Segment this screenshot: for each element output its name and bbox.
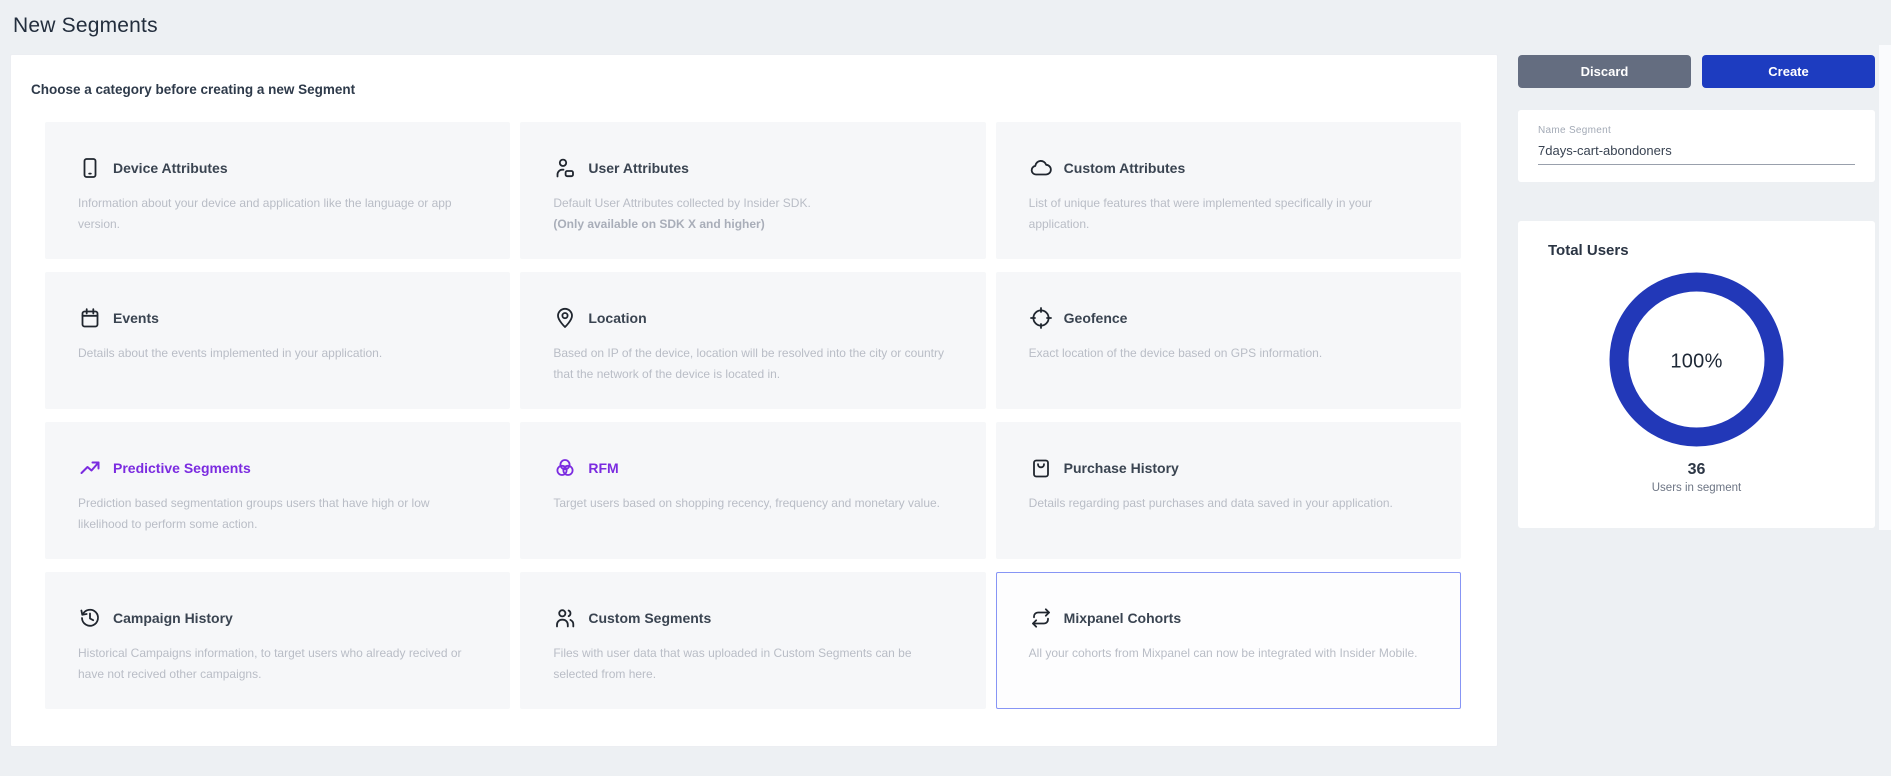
- category-title: Custom Segments: [588, 610, 711, 626]
- category-title: Purchase History: [1064, 460, 1179, 476]
- segment-sidebar: Discard Create Name Segment Total Users …: [1518, 55, 1875, 528]
- category-card-rfm[interactable]: RFM Target users based on shopping recen…: [520, 422, 985, 559]
- category-card-geofence[interactable]: Geofence Exact location of the device ba…: [996, 272, 1461, 409]
- category-card-mixpanel-cohorts[interactable]: Mixpanel Cohorts All your cohorts from M…: [996, 572, 1461, 709]
- category-description: Details about the events implemented in …: [78, 343, 477, 364]
- category-description-note: (Only available on SDK X and higher): [553, 214, 952, 235]
- shopping-bag-icon: [1029, 456, 1053, 480]
- cloud-icon: [1029, 156, 1053, 180]
- trending-up-icon: [78, 456, 102, 480]
- panel-heading: Choose a category before creating a new …: [31, 82, 1497, 97]
- category-description: Details regarding past purchases and dat…: [1029, 493, 1428, 514]
- donut-percent-label: 100%: [1609, 351, 1784, 374]
- category-card-device-attributes[interactable]: Device Attributes Information about your…: [45, 122, 510, 259]
- category-description: Prediction based segmentation groups use…: [78, 493, 477, 535]
- category-description: Based on IP of the device, location will…: [553, 343, 952, 385]
- category-card-user-attributes[interactable]: User Attributes Default User Attributes …: [520, 122, 985, 259]
- category-card-custom-attributes[interactable]: Custom Attributes List of unique feature…: [996, 122, 1461, 259]
- map-pin-icon: [553, 306, 577, 330]
- category-title: Location: [588, 310, 646, 326]
- category-title: Events: [113, 310, 159, 326]
- users-count-caption: Users in segment: [1518, 482, 1875, 494]
- user-id-icon: [553, 156, 577, 180]
- category-card-events[interactable]: Events Details about the events implemen…: [45, 272, 510, 409]
- category-description: Default User Attributes collected by Ins…: [553, 193, 952, 214]
- category-card-location[interactable]: Location Based on IP of the device, loca…: [520, 272, 985, 409]
- category-title: Predictive Segments: [113, 460, 251, 476]
- category-title: RFM: [588, 460, 618, 476]
- category-title: Mixpanel Cohorts: [1064, 610, 1181, 626]
- category-card-predictive-segments[interactable]: Predictive Segments Prediction based seg…: [45, 422, 510, 559]
- category-description: Information about your device and applic…: [78, 193, 477, 235]
- category-title: Device Attributes: [113, 160, 228, 176]
- category-card-purchase-history[interactable]: Purchase History Details regarding past …: [996, 422, 1461, 559]
- total-users-card: Total Users 100% 36 Users in segment: [1518, 221, 1875, 528]
- smartphone-icon: [78, 156, 102, 180]
- total-users-donut: 100%: [1609, 272, 1784, 452]
- total-users-title: Total Users: [1548, 242, 1875, 259]
- scrollbar[interactable]: [1879, 45, 1891, 530]
- users-icon: [553, 606, 577, 630]
- name-segment-label: Name Segment: [1538, 125, 1855, 136]
- crosshair-icon: [1029, 306, 1053, 330]
- create-button[interactable]: Create: [1702, 55, 1875, 88]
- category-card-campaign-history[interactable]: Campaign History Historical Campaigns in…: [45, 572, 510, 709]
- page-title: New Segments: [13, 14, 158, 38]
- discard-button[interactable]: Discard: [1518, 55, 1691, 88]
- category-description: Target users based on shopping recency, …: [553, 493, 952, 514]
- category-description: Files with user data that was uploaded i…: [553, 643, 952, 685]
- category-grid: Device Attributes Information about your…: [45, 122, 1461, 709]
- category-description: List of unique features that were implem…: [1029, 193, 1428, 235]
- category-description: All your cohorts from Mixpanel can now b…: [1029, 643, 1428, 664]
- name-segment-card: Name Segment: [1518, 110, 1875, 182]
- category-card-custom-segments[interactable]: Custom Segments Files with user data tha…: [520, 572, 985, 709]
- name-segment-input[interactable]: [1538, 141, 1855, 165]
- category-title: User Attributes: [588, 160, 689, 176]
- category-title: Campaign History: [113, 610, 233, 626]
- repeat-icon: [1029, 606, 1053, 630]
- category-panel: Choose a category before creating a new …: [10, 54, 1498, 747]
- venn-diagram-icon: [553, 456, 577, 480]
- history-clock-icon: [78, 606, 102, 630]
- calendar-icon: [78, 306, 102, 330]
- category-title: Custom Attributes: [1064, 160, 1186, 176]
- category-description: Exact location of the device based on GP…: [1029, 343, 1428, 364]
- category-title: Geofence: [1064, 310, 1128, 326]
- users-count: 36: [1518, 461, 1875, 479]
- category-description: Historical Campaigns information, to tar…: [78, 643, 477, 685]
